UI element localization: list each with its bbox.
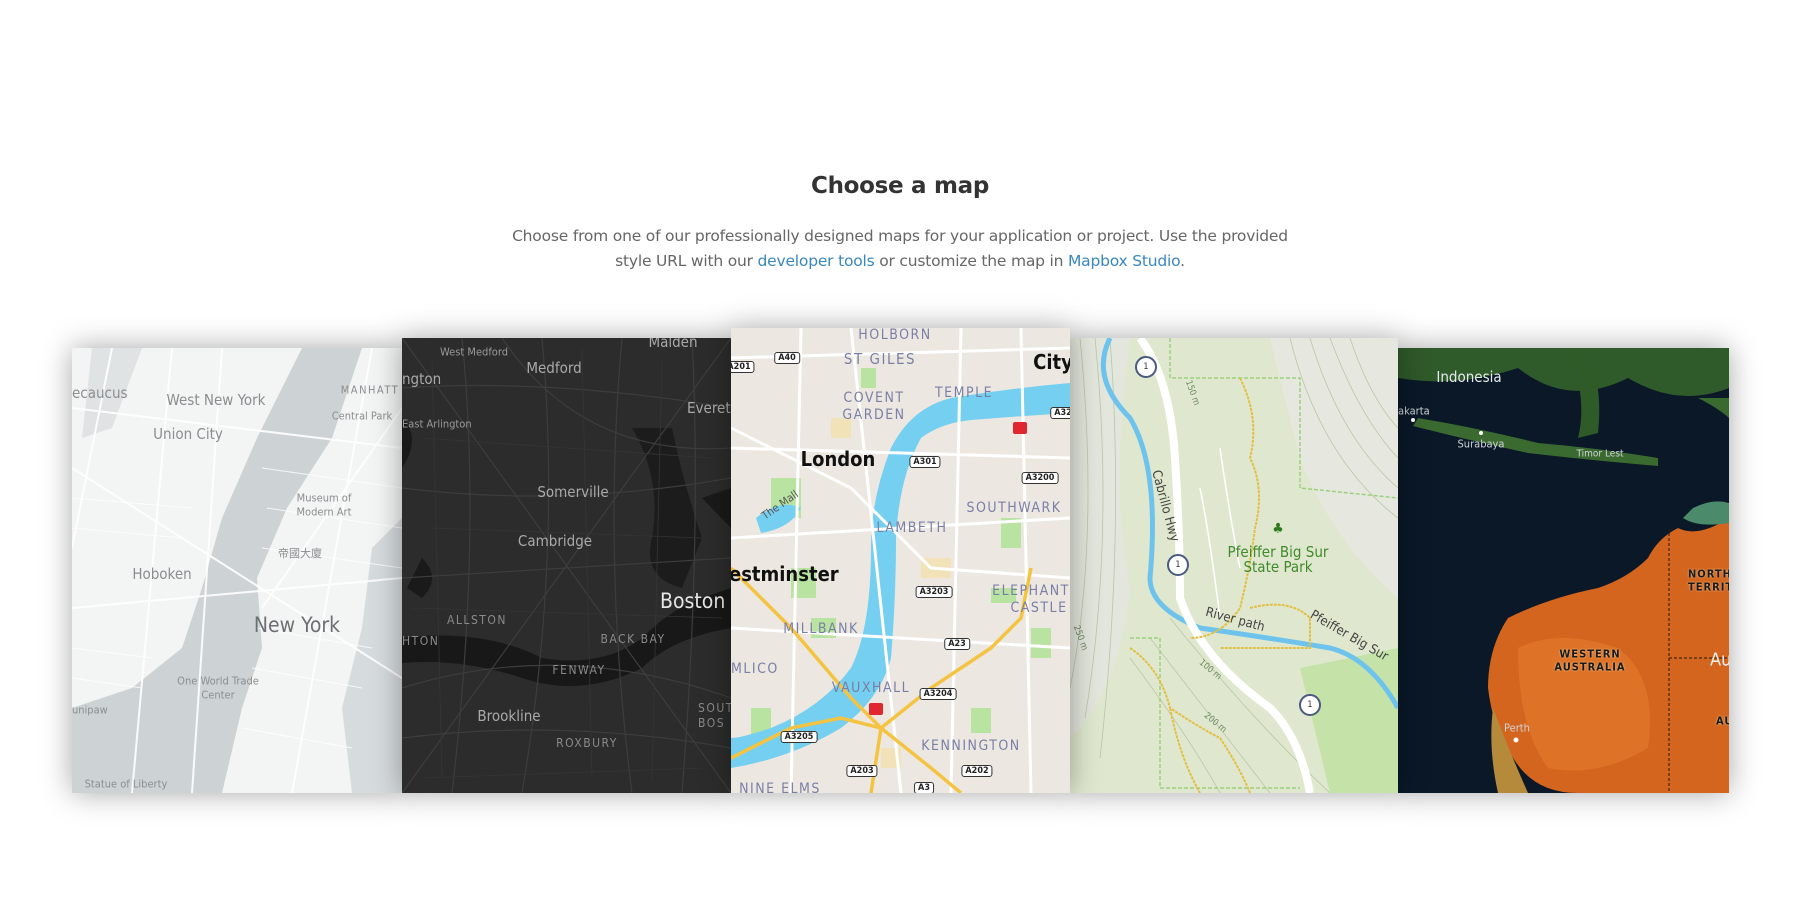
map-label: AU: [1716, 714, 1729, 728]
map-label: One World Trade: [177, 674, 259, 688]
map-card-light[interactable]: ecaucus West New York Union City MANHATT…: [72, 348, 402, 793]
map-label: MILLBANK: [783, 621, 859, 637]
road-shield: A23: [944, 638, 970, 650]
road-shield: A3203: [915, 586, 953, 598]
map-label: 帝國大廈: [278, 547, 322, 560]
dark-map-image: [402, 338, 731, 793]
map-label: ST GILES: [843, 350, 917, 368]
map-label: FENWAY: [552, 663, 606, 677]
map-label: Perth: [1504, 721, 1530, 735]
map-label: VAUXHALL: [831, 680, 911, 696]
map-label: unipaw: [72, 703, 108, 717]
map-label: NINE ELMS: [739, 781, 821, 793]
map-label: Modern Art: [296, 505, 352, 519]
map-label: City: [1033, 350, 1070, 374]
road-shield: A3: [914, 782, 934, 793]
map-label: Surabaya: [1457, 437, 1505, 451]
map-label: COVENT: [843, 390, 905, 406]
map-label: WESTERN: [1559, 647, 1621, 661]
map-label: Malden: [648, 338, 698, 351]
road-shield: A301: [909, 456, 941, 468]
mapbox-studio-link[interactable]: Mapbox Studio: [1068, 252, 1180, 270]
map-label: West New York: [166, 391, 266, 409]
map-label: CASTLE: [1010, 600, 1068, 616]
map-label: SOUTH: [698, 701, 731, 715]
map-label: HTON: [402, 634, 440, 648]
map-label: New York: [253, 613, 341, 637]
map-label: ALLSTON: [447, 613, 507, 627]
developer-tools-link[interactable]: developer tools: [758, 252, 875, 270]
map-label: Boston: [660, 589, 726, 613]
page-title: Choose a map: [810, 173, 990, 200]
outdoors-map-image: [1070, 338, 1398, 793]
road-shield: A3200: [1021, 472, 1059, 484]
map-label: estminster: [731, 562, 839, 586]
map-label: MLICO: [731, 661, 779, 677]
map-label: ELEPHANT: [992, 583, 1070, 599]
map-card-satellite[interactable]: Indonesia akarta Surabaya Timor Lest NOR…: [1398, 348, 1729, 793]
road-shield: A202: [961, 765, 993, 777]
map-label: Hoboken: [132, 565, 192, 583]
map-label: State Park: [1243, 558, 1313, 576]
road-shield: A201: [731, 361, 755, 373]
map-label: HOLBORN: [858, 328, 932, 343]
map-label: Central Park: [331, 409, 393, 423]
map-label: ecaucus: [72, 384, 128, 402]
map-label: Medford: [526, 359, 582, 377]
road-shield: A40: [774, 352, 800, 364]
map-label: Center: [201, 688, 235, 702]
route-shield: 1: [1135, 356, 1157, 378]
map-label: AUSTRALIA: [1554, 660, 1626, 674]
map-card-outdoors[interactable]: Cabrillo Hwy ♣ Pfeiffer Big Sur State Pa…: [1070, 338, 1398, 793]
map-label: West Medford: [439, 345, 509, 359]
map-label: SOUTHWARK: [966, 500, 1062, 516]
map-label: GARDEN: [842, 407, 906, 423]
map-label: BOS: [698, 716, 726, 730]
map-label: Union City: [153, 425, 223, 443]
route-shield: 1: [1167, 554, 1189, 576]
route-shield: 1: [1299, 694, 1321, 716]
map-label: Museum of: [296, 491, 352, 505]
map-label: TERRIT: [1688, 580, 1729, 594]
satellite-map-image: [1398, 348, 1729, 793]
road-shield: A3204: [919, 688, 957, 700]
map-label: Cambridge: [517, 532, 593, 550]
map-label: Somerville: [537, 483, 609, 501]
map-card-dark[interactable]: West Medford Malden Medford ngton Everet…: [402, 338, 731, 793]
description-text: or customize the map in: [874, 251, 1068, 270]
map-card-streets[interactable]: HOLBORN ST GILES City COVENT GARDEN TEMP…: [731, 328, 1070, 793]
road-shield: A3205: [780, 731, 818, 743]
road-shield: A203: [846, 765, 878, 777]
road-shield: A32: [1050, 407, 1070, 419]
map-label: TEMPLE: [934, 385, 994, 401]
map-label: Statue of Liberty: [84, 777, 168, 791]
tree-icon: ♣: [1272, 521, 1284, 537]
map-label: Brookline: [477, 707, 541, 725]
map-label: Timor Lest: [1576, 448, 1624, 460]
page-description: Choose from one of our professionally de…: [500, 224, 1300, 274]
map-label: akarta: [1398, 404, 1430, 418]
map-label: Everett: [687, 399, 731, 417]
map-label: ROXBURY: [556, 736, 618, 750]
map-label: KENNINGTON: [921, 738, 1021, 754]
map-label: BACK BAY: [600, 632, 666, 646]
map-label: MANHATT: [340, 383, 400, 397]
map-label: Indonesia: [1436, 368, 1502, 386]
map-label: London: [800, 447, 876, 471]
map-label: NORTH: [1688, 567, 1729, 581]
map-label: ngton: [402, 370, 442, 388]
map-label: LAMBETH: [876, 520, 948, 536]
map-label: East Arlington: [402, 417, 472, 431]
description-text: .: [1180, 251, 1185, 270]
map-label: Aus: [1710, 649, 1729, 671]
